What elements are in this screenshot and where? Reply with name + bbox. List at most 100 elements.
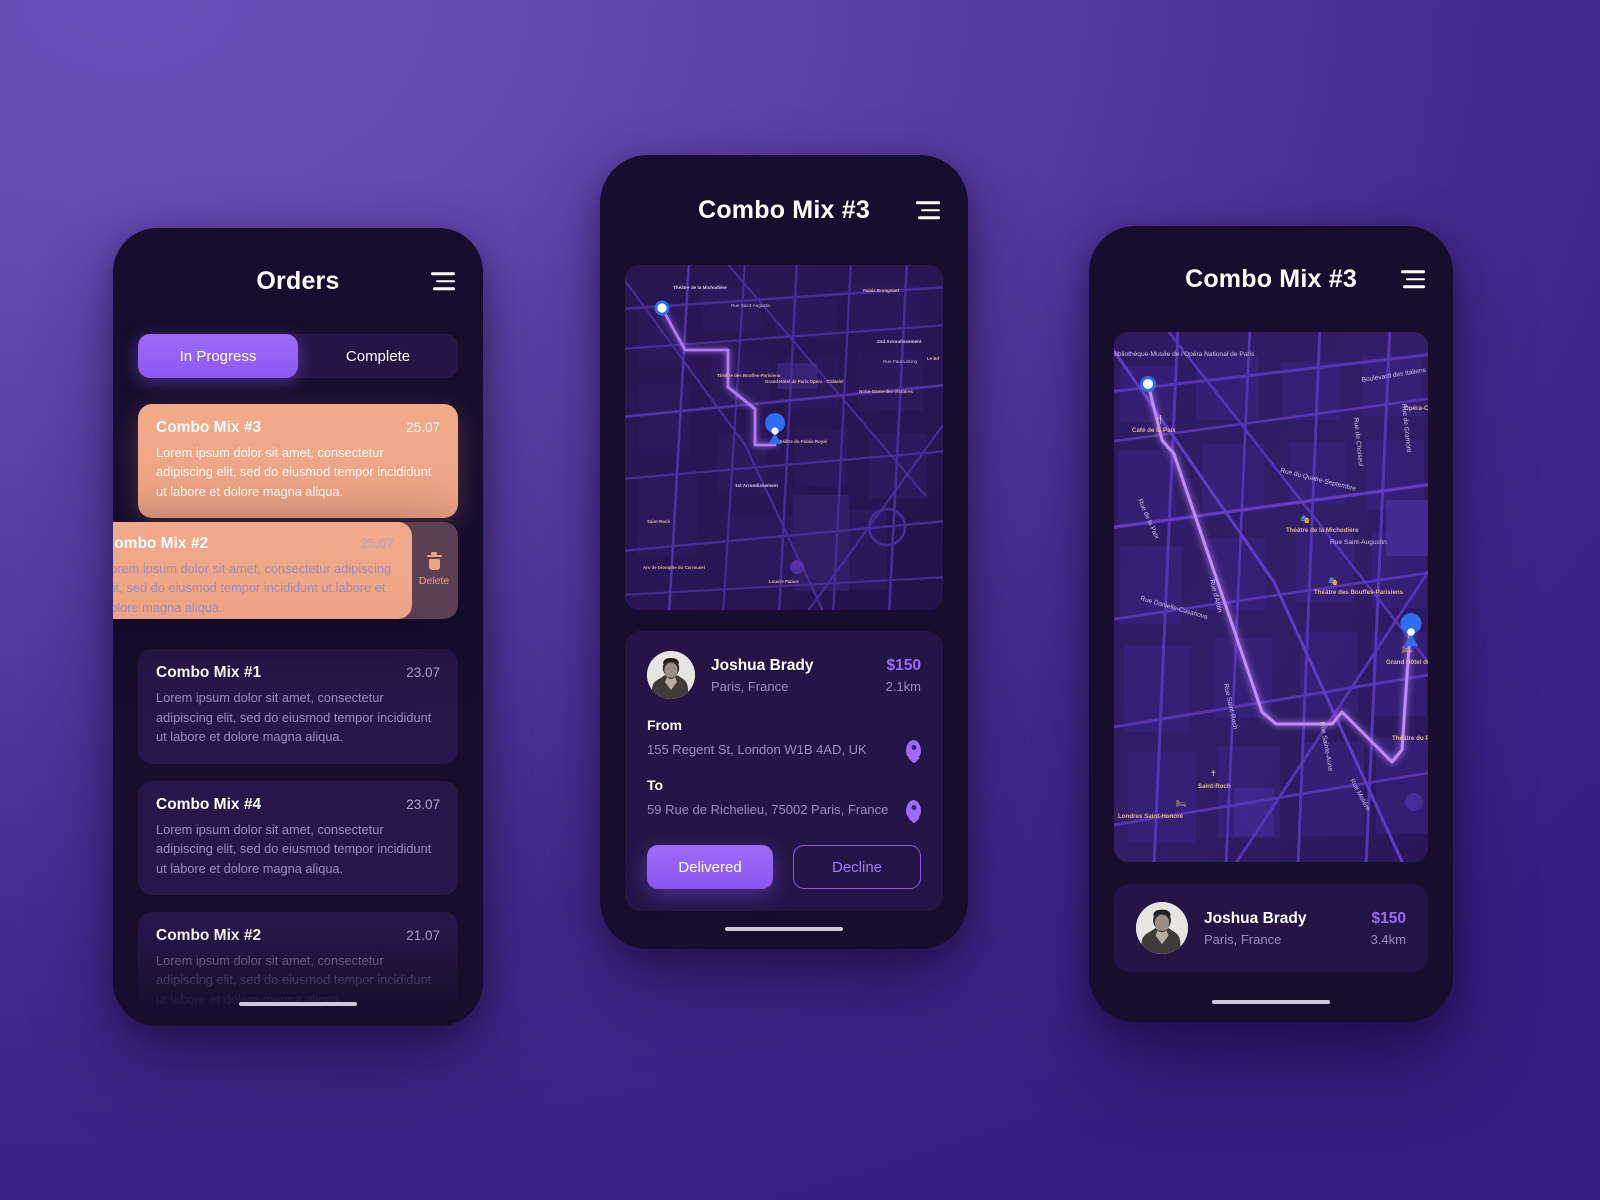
order-card-2[interactable]: Combo Mix #4 23.07 Lorem ipsum dolor sit…: [138, 780, 458, 895]
order-title: Combo Mix #4: [156, 795, 262, 813]
from-address: 155 Regent St, London W1B 4AD, UK: [647, 742, 867, 757]
order-body: Lorem ipsum dolor sit amet, consectetur …: [156, 821, 432, 876]
phone2-header: Combo Mix #3: [600, 155, 968, 265]
map-label: Palais Brongniart: [863, 288, 900, 293]
map-label: Louvre Palace: [769, 579, 799, 584]
order-title: Combo Mix #3: [156, 419, 262, 436]
order-date: 25.07: [360, 536, 394, 551]
map-label: Bibliothèque-Musée de l'Opéra National d…: [1114, 351, 1255, 358]
map-blob: [1405, 793, 1423, 811]
route-map[interactable]: Bibliothèque-Musée de l'Opéra National d…: [1114, 332, 1428, 862]
avatar: [1136, 902, 1188, 954]
phone3-header: Combo Mix #3: [1089, 226, 1453, 332]
tab-in-progress[interactable]: In Progress: [138, 334, 298, 378]
order-title: Combo Mix #2: [113, 535, 209, 552]
hamburger-icon[interactable]: [431, 272, 455, 290]
map-label: Notre-Dame-des-Victoires: [859, 389, 913, 394]
hotel-icon: 🛏: [1402, 645, 1412, 654]
map-label: Théâtre du Palais-Royal: [777, 439, 827, 444]
phone-order-detail: Combo Mix #3 Théâtre de la Michodière Ru…: [600, 155, 968, 949]
to-row: 59 Rue de Richelieu, 75002 Paris, France: [647, 800, 921, 819]
map-label: Grand Hôtel de Paris Opéra - Châtelet: [765, 379, 844, 384]
map-label: Arc de triomphe du Carrousel: [643, 565, 705, 570]
avatar: [647, 651, 695, 699]
map-label: 2nd Arrondissement: [877, 339, 922, 344]
person-name: Joshua Brady: [1204, 909, 1307, 927]
swiped-order-card[interactable]: Combo Mix #2 25.07 Lorem ipsum dolor sit…: [113, 522, 412, 619]
order-date: 23.07: [406, 665, 440, 681]
to-block: To 59 Rue de Richelieu, 75002 Paris, Fra…: [647, 777, 921, 819]
restaurant-icon: 🍴: [1154, 414, 1164, 424]
order-meta: $150 2.1km: [886, 657, 921, 694]
origin-dot[interactable]: [1140, 376, 1156, 392]
hotel-icon: 🛏: [1176, 799, 1186, 808]
from-block: From 155 Regent St, London W1B 4AD, UK: [647, 717, 921, 759]
map-label: Théâtre des Bouffes-Parisiens: [717, 373, 781, 378]
hamburger-icon[interactable]: [916, 201, 940, 219]
person-name: Joshua Brady: [711, 656, 814, 674]
map-label: Rue Saint-Augustin: [1330, 539, 1387, 546]
order-date: 25.07: [406, 420, 440, 435]
map-pin-icon[interactable]: [906, 740, 921, 759]
order-card-1[interactable]: Combo Mix #1 23.07 Lorem ipsum dolor sit…: [138, 649, 458, 764]
map-label: Saint-Roch: [647, 519, 670, 524]
decline-button[interactable]: Decline: [793, 845, 921, 889]
decline-label: Decline: [831, 858, 883, 876]
person-row: Joshua Brady Paris, France $150 3.4km: [1136, 902, 1406, 954]
person-location: Paris, France: [1204, 931, 1282, 947]
map-label: Saint-Roch: [1198, 783, 1231, 790]
hamburger-icon[interactable]: [1401, 270, 1425, 288]
orders-list: Combo Mix #3 25.07 Lorem ipsum dolor sit…: [113, 404, 483, 1026]
origin-dot[interactable]: [654, 300, 670, 316]
route-map-svg: Bibliothèque-Musée de l'Opéra National d…: [1114, 332, 1428, 862]
order-distance: 2.1km: [885, 678, 921, 694]
avatar-image: [647, 651, 695, 699]
trash-icon: [426, 552, 442, 571]
tab-complete[interactable]: Complete: [298, 334, 458, 378]
map-label: Théâtre de la Michodière: [673, 285, 727, 290]
delivered-button[interactable]: Delivered: [647, 845, 773, 889]
orders-tab-bar: In Progress Complete: [138, 334, 458, 378]
person-info: Joshua Brady Paris, France: [711, 657, 870, 694]
map-pin-icon[interactable]: [906, 800, 921, 819]
route-map[interactable]: Théâtre de la Michodière Rue Saint-Augus…: [625, 265, 943, 610]
map-label: Théâtre du Palais-Royal: [1392, 735, 1428, 742]
order-date: 21.07: [406, 927, 440, 943]
tab-in-progress-label: In Progress: [179, 347, 257, 365]
order-body: Lorem ipsum dolor sit amet, consectetur …: [156, 445, 432, 499]
map-label: Grand Hôtel de Paris Opéra - Châtelet: [1386, 659, 1428, 666]
avatar-image: [1136, 902, 1188, 954]
order-meta: $150 3.4km: [1371, 910, 1406, 947]
order-price: $150: [886, 656, 921, 674]
person-summary-card: Joshua Brady Paris, France $150 3.4km: [1114, 884, 1428, 972]
order-card-header: Combo Mix #2 25.07: [113, 535, 394, 553]
map-label: Rue Paul-Lelong: [883, 359, 918, 364]
page-title: Orders: [256, 266, 340, 295]
to-address: 59 Rue de Richelieu, 75002 Paris, France: [647, 802, 889, 817]
order-card-header: Combo Mix #3 25.07: [156, 419, 440, 437]
phone-orders-list: Orders In Progress Complete Combo Mix #3…: [113, 228, 483, 1026]
person-info: Joshua Brady Paris, France: [1204, 910, 1355, 947]
home-indicator: [239, 1001, 357, 1006]
swiped-order-row: Combo Mix #2 25.07 Lorem ipsum dolor sit…: [113, 522, 458, 619]
map-label: Rue Saint-Augustin: [731, 303, 771, 308]
map-label: Le Bd: [927, 356, 940, 361]
home-indicator: [1212, 999, 1330, 1004]
route-map-svg: Théâtre de la Michodière Rue Saint-Augus…: [625, 265, 943, 610]
from-row: 155 Regent St, London W1B 4AD, UK: [647, 740, 921, 759]
order-price: $150: [1371, 909, 1406, 927]
order-title: Combo Mix #1: [156, 664, 262, 682]
action-buttons: Delivered Decline: [647, 845, 921, 889]
phone-route-map: Combo Mix #3 Bibliothèque-Musée de l'Opé…: [1089, 226, 1453, 1022]
order-date: 23.07: [406, 796, 440, 812]
tab-complete-label: Complete: [345, 347, 411, 365]
order-card-0[interactable]: Combo Mix #3 25.07 Lorem ipsum dolor sit…: [138, 404, 458, 519]
map-label: Théâtre des Bouffes-Parisiens: [1314, 589, 1404, 596]
order-detail-card: Joshua Brady Paris, France $150 2.1km Fr…: [625, 631, 943, 911]
order-card-3[interactable]: Combo Mix #2 21.07 Lorem ipsum dolor sit…: [138, 911, 458, 1026]
order-card-header: Combo Mix #1 23.07: [156, 664, 440, 682]
theatre-icon: 🎭: [1328, 577, 1338, 586]
map-label: 1st Arrondissement: [735, 483, 778, 488]
map-label: Café de la Paix: [1132, 427, 1176, 434]
person-row: Joshua Brady Paris, France $150 2.1km: [647, 651, 921, 699]
